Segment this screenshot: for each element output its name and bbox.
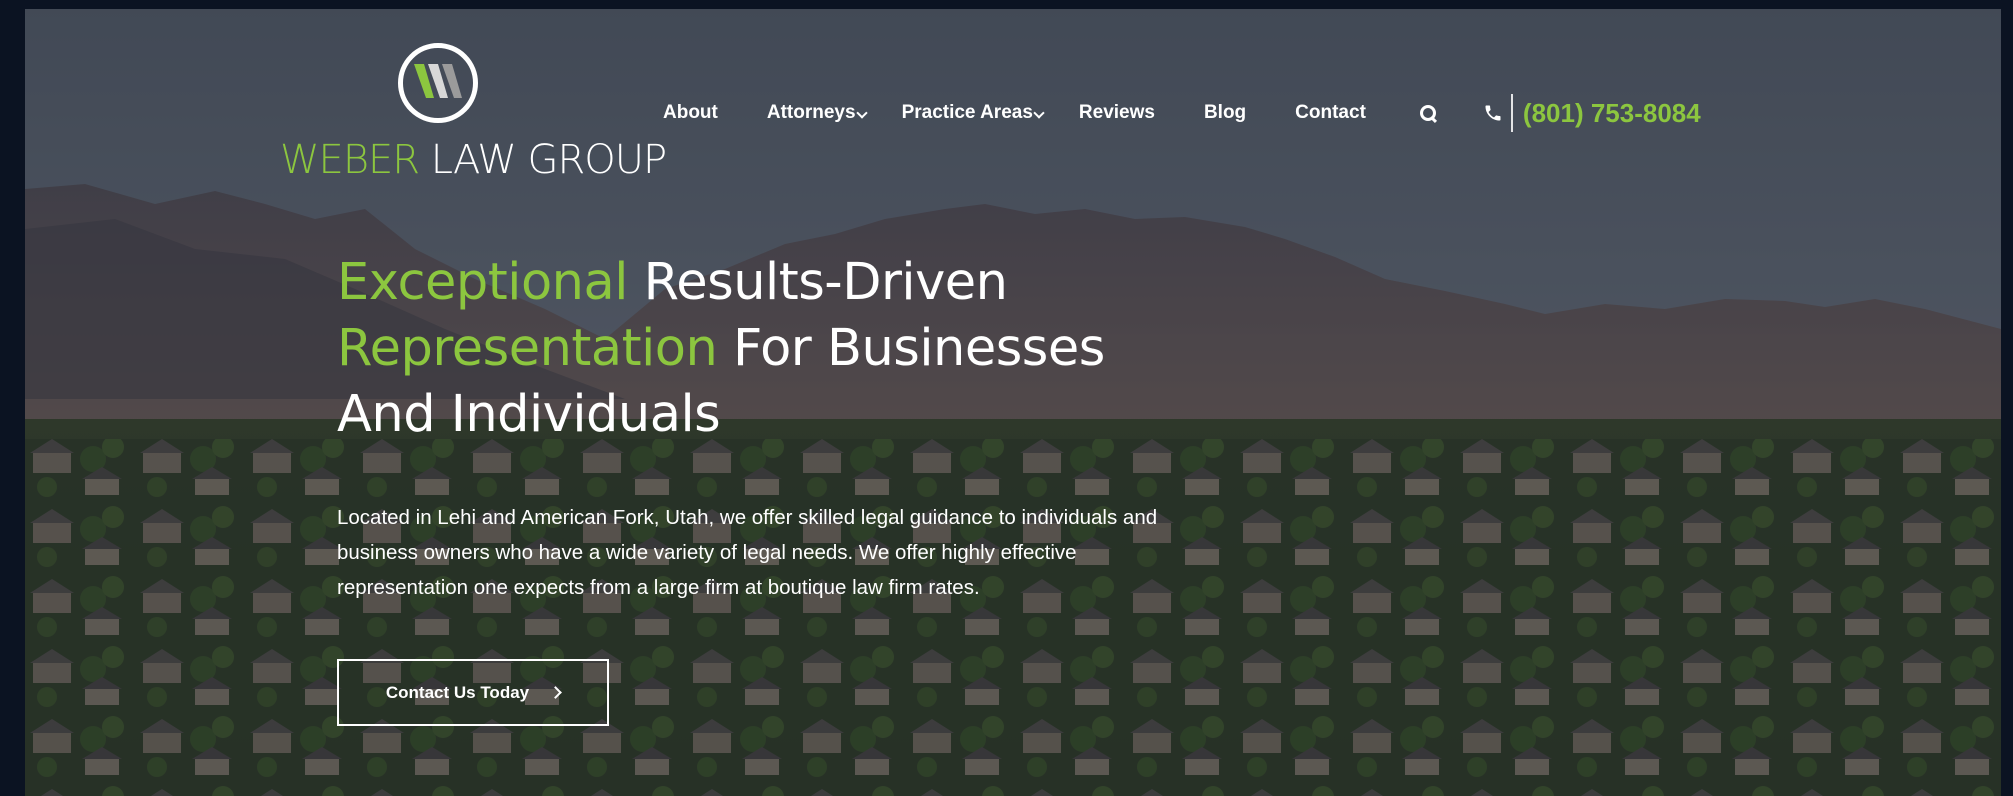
logo-w-mark-icon	[414, 64, 462, 98]
headline-accent-1: Exceptional	[337, 253, 628, 312]
main-navigation: About Attorneys Practice Areas Reviews B…	[663, 88, 1701, 138]
nav-item-practice-areas[interactable]: Practice Areas	[902, 102, 1033, 124]
brand-logo[interactable]: WEBER LAW GROUP	[280, 33, 667, 193]
headline-text-2: For Businesses	[717, 319, 1105, 378]
phone-number-link[interactable]: (801) 753-8084	[1523, 98, 1701, 129]
hero-intro-text: Located in Lehi and American Fork, Utah,…	[337, 506, 1158, 599]
nav-item-attorneys[interactable]: Attorneys	[767, 102, 856, 124]
nav-item-about[interactable]: About	[663, 102, 718, 124]
hero-headline: Exceptional Results-Driven Representatio…	[337, 250, 1237, 448]
search-icon[interactable]	[1419, 104, 1437, 122]
nav-item-blog[interactable]: Blog	[1204, 102, 1246, 124]
contact-us-button-label: Contact Us Today	[385, 682, 530, 702]
phone-divider	[1510, 94, 1513, 132]
headline-text-3: And Individuals	[337, 385, 721, 444]
headline-text-1: Results-Driven	[627, 253, 1008, 312]
chevron-right-icon	[549, 686, 562, 699]
nav-item-contact[interactable]: Contact	[1295, 102, 1366, 124]
logo-wordmark: WEBER LAW GROUP	[280, 137, 667, 183]
headline-accent-2: Representation	[337, 319, 718, 378]
nav-item-reviews[interactable]: Reviews	[1079, 102, 1155, 124]
contact-us-button[interactable]: Contact Us Today	[337, 659, 609, 726]
phone-icon	[1485, 105, 1501, 121]
